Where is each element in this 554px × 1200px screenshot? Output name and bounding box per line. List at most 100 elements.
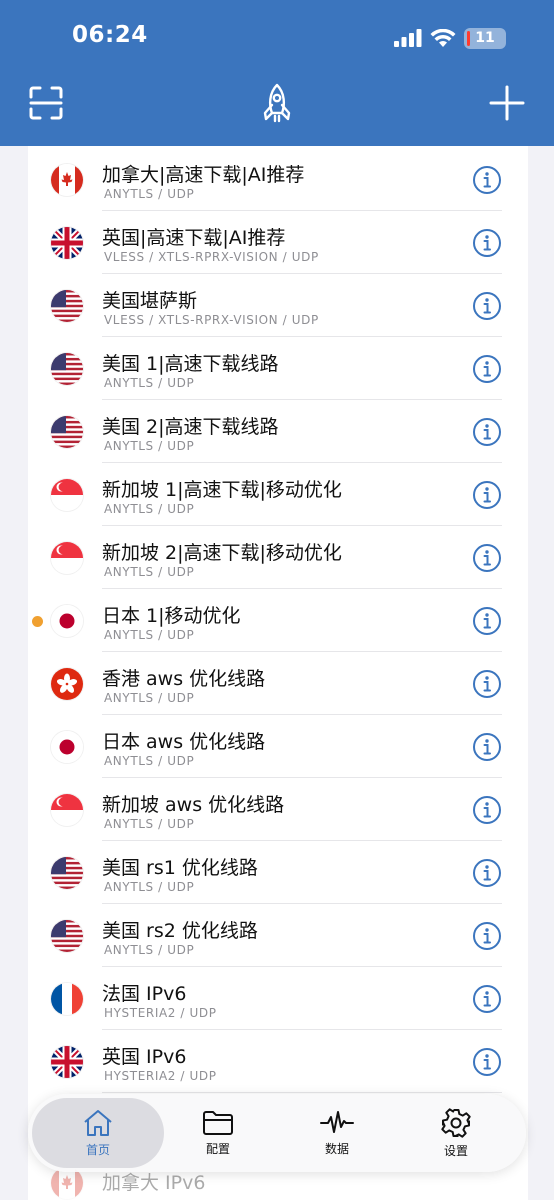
server-protocol: ANYTLS / UDP <box>104 943 195 957</box>
server-name: 美国堪萨斯 <box>102 290 198 312</box>
server-row[interactable]: 加拿大|高速下载|AI推荐 ANYTLS / UDP <box>28 148 528 211</box>
info-icon[interactable] <box>472 543 502 573</box>
server-name: 加拿大 IPv6 <box>102 1172 206 1194</box>
server-row[interactable]: 美国 2|高速下载线路 ANYTLS / UDP <box>28 400 528 463</box>
flag-jp-icon <box>51 605 83 637</box>
flag-sg-icon <box>51 794 83 826</box>
tab-label: 首页 <box>85 1142 110 1157</box>
info-icon[interactable] <box>472 921 502 951</box>
info-icon[interactable] <box>472 228 502 258</box>
server-name: 新加坡 1|高速下载|移动优化 <box>102 479 342 501</box>
server-row[interactable]: 美国 rs1 优化线路 ANYTLS / UDP <box>28 841 528 904</box>
flag-hk-icon <box>51 668 83 700</box>
flag-gb-icon <box>51 227 83 259</box>
plus-icon[interactable] <box>487 83 527 123</box>
info-icon[interactable] <box>472 1047 502 1077</box>
server-protocol: HYSTERIA2 / UDP <box>104 1006 217 1020</box>
tab-settings[interactable]: 设置 <box>394 1094 518 1172</box>
server-protocol: HYSTERIA2 / UDP <box>104 1069 217 1083</box>
info-icon[interactable] <box>472 669 502 699</box>
server-name: 新加坡 aws 优化线路 <box>102 794 285 816</box>
server-row[interactable]: 日本 1|移动优化 ANYTLS / UDP <box>28 589 528 652</box>
server-protocol: ANYTLS / UDP <box>104 880 195 894</box>
wifi-icon <box>430 28 456 47</box>
gear-icon <box>441 1107 471 1138</box>
server-name: 美国 2|高速下载线路 <box>102 416 279 438</box>
flag-sg-icon <box>51 542 83 574</box>
tab-home[interactable]: 首页 <box>32 1098 164 1168</box>
server-row[interactable]: 法国 IPv6 HYSTERIA2 / UDP <box>28 967 528 1030</box>
server-name: 英国|高速下载|AI推荐 <box>102 227 286 249</box>
info-icon[interactable] <box>472 984 502 1014</box>
server-row[interactable]: 新加坡 1|高速下载|移动优化 ANYTLS / UDP <box>28 463 528 526</box>
info-icon[interactable] <box>472 858 502 888</box>
info-icon[interactable] <box>472 606 502 636</box>
server-name: 日本 aws 优化线路 <box>102 731 266 753</box>
scan-icon[interactable] <box>26 83 66 123</box>
server-protocol: ANYTLS / UDP <box>104 565 195 579</box>
info-icon[interactable] <box>472 480 502 510</box>
active-indicator <box>32 616 43 627</box>
server-row[interactable]: 香港 aws 优化线路 ANYTLS / UDP <box>28 652 528 715</box>
info-icon[interactable] <box>472 732 502 762</box>
server-row[interactable]: 日本 aws 优化线路 ANYTLS / UDP <box>28 715 528 778</box>
server-row[interactable]: 美国 1|高速下载线路 ANYTLS / UDP <box>28 337 528 400</box>
flag-ca-icon <box>51 164 83 196</box>
tab-label: 数据 <box>324 1141 349 1156</box>
server-protocol: ANYTLS / UDP <box>104 376 195 390</box>
server-protocol: ANYTLS / UDP <box>104 754 195 768</box>
folder-icon <box>203 1110 233 1135</box>
flag-us-icon <box>51 353 83 385</box>
row-divider <box>102 1092 502 1093</box>
tab-label: 配置 <box>205 1141 230 1156</box>
server-protocol: VLESS / XTLS-RPRX-VISION / UDP <box>104 250 319 264</box>
server-protocol: ANYTLS / UDP <box>104 439 195 453</box>
server-name: 法国 IPv6 <box>102 983 187 1005</box>
info-icon[interactable] <box>472 354 502 384</box>
server-protocol: ANYTLS / UDP <box>104 628 195 642</box>
tab-label: 设置 <box>443 1143 468 1158</box>
flag-us-icon <box>51 416 83 448</box>
activity-icon <box>320 1110 354 1133</box>
status-time: 06:24 <box>72 22 148 48</box>
server-row[interactable]: 英国|高速下载|AI推荐 VLESS / XTLS-RPRX-VISION / U… <box>28 211 528 274</box>
server-name: 新加坡 2|高速下载|移动优化 <box>102 542 342 564</box>
server-name: 加拿大|高速下载|AI推荐 <box>102 164 305 186</box>
info-icon[interactable] <box>472 165 502 195</box>
server-row[interactable]: 新加坡 2|高速下载|移动优化 ANYTLS / UDP <box>28 526 528 589</box>
tab-config[interactable]: 配置 <box>156 1094 280 1172</box>
server-name: 美国 1|高速下载线路 <box>102 353 279 375</box>
server-protocol: VLESS / XTLS-RPRX-VISION / UDP <box>104 313 319 327</box>
server-protocol: ANYTLS / UDP <box>104 187 195 201</box>
battery-level: 11 <box>475 30 495 46</box>
flag-jp-icon <box>51 731 83 763</box>
tab-data[interactable]: 数据 <box>275 1094 399 1172</box>
flag-gb-icon <box>51 1046 83 1078</box>
server-name: 美国 rs2 优化线路 <box>102 920 258 942</box>
home-icon <box>84 1109 112 1136</box>
server-protocol: ANYTLS / UDP <box>104 691 195 705</box>
status-icons: 11 <box>394 26 506 50</box>
app-header: 06:24 11 <box>0 0 554 146</box>
info-icon[interactable] <box>472 291 502 321</box>
flag-us-icon <box>51 857 83 889</box>
server-list: 加拿大|高速下载|AI推荐 ANYTLS / UDP 英国|高速下载|AI推荐 VLE… <box>28 146 528 1200</box>
server-protocol: ANYTLS / UDP <box>104 502 195 516</box>
info-icon[interactable] <box>472 417 502 447</box>
flag-sg-icon <box>51 479 83 511</box>
info-icon[interactable] <box>472 795 502 825</box>
signal-icon <box>394 29 422 47</box>
flag-us-icon <box>51 290 83 322</box>
server-name: 香港 aws 优化线路 <box>102 668 266 690</box>
server-protocol: ANYTLS / UDP <box>104 817 195 831</box>
flag-us-icon <box>51 920 83 952</box>
server-name: 美国 rs1 优化线路 <box>102 857 258 879</box>
server-row[interactable]: 新加坡 aws 优化线路 ANYTLS / UDP <box>28 778 528 841</box>
tab-bar: 首页 配置 数据 设置 <box>28 1094 526 1172</box>
server-row[interactable]: 美国堪萨斯 VLESS / XTLS-RPRX-VISION / UDP <box>28 274 528 337</box>
server-row[interactable]: 美国 rs2 优化线路 ANYTLS / UDP <box>28 904 528 967</box>
server-row[interactable]: 英国 IPv6 HYSTERIA2 / UDP <box>28 1030 528 1093</box>
server-name: 英国 IPv6 <box>102 1046 187 1068</box>
rocket-icon[interactable] <box>257 83 297 123</box>
flag-fr-icon <box>51 983 83 1015</box>
